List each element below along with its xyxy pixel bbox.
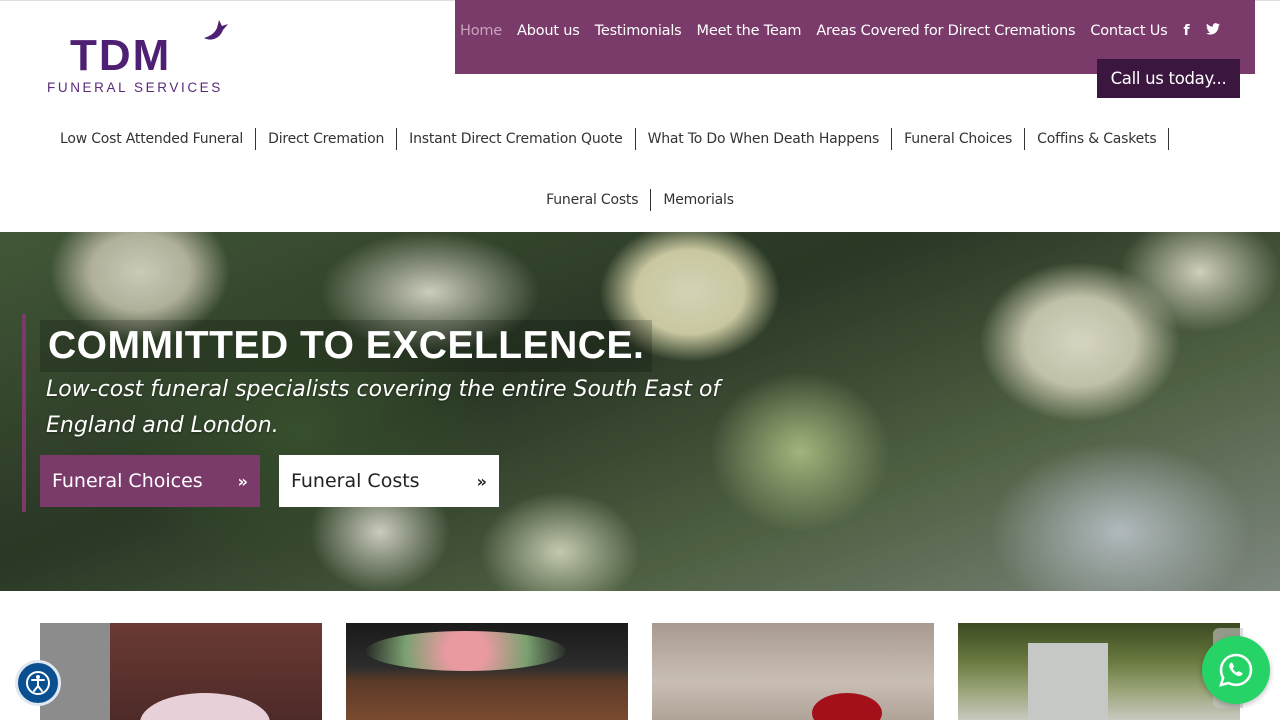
- hero-accent-bar: [22, 314, 26, 512]
- nav-what-to-do[interactable]: What To Do When Death Happens: [636, 128, 893, 150]
- logo-mark: TDM: [70, 31, 172, 80]
- nav-meet-the-team[interactable]: Meet the Team: [697, 23, 802, 39]
- nav-testimonials[interactable]: Testimonials: [595, 23, 682, 39]
- funeral-choices-button[interactable]: Funeral Choices »: [40, 455, 260, 507]
- call-us-button[interactable]: Call us today...: [1097, 59, 1240, 98]
- facebook-icon[interactable]: f: [1180, 23, 1194, 39]
- hero-subtitle: Low-cost funeral specialists covering th…: [46, 377, 721, 438]
- whatsapp-icon[interactable]: [1202, 636, 1270, 704]
- card-coffin-flowers-image[interactable]: [346, 623, 628, 720]
- main-navigation-row-2: Funeral Costs Memorials: [0, 189, 1280, 211]
- twitter-icon[interactable]: [1205, 23, 1220, 39]
- nav-instant-quote[interactable]: Instant Direct Cremation Quote: [397, 128, 636, 150]
- nav-about-us[interactable]: About us: [517, 23, 580, 39]
- funeral-costs-label: Funeral Costs: [291, 470, 420, 492]
- double-chevron-right-icon: »: [237, 471, 248, 491]
- nav-home[interactable]: Home: [460, 23, 502, 39]
- dove-icon: [204, 20, 228, 40]
- nav-low-cost-attended-funeral[interactable]: Low Cost Attended Funeral: [48, 128, 257, 150]
- hero-title: COMMITTED TO EXCELLENCE.: [40, 320, 653, 372]
- nav-areas-covered[interactable]: Areas Covered for Direct Cremations: [816, 23, 1075, 39]
- card-flower-wreath-image[interactable]: [40, 623, 322, 720]
- nav-contact-us[interactable]: Contact Us: [1090, 23, 1167, 39]
- accessibility-icon[interactable]: [15, 660, 61, 706]
- funeral-costs-button[interactable]: Funeral Costs »: [279, 455, 499, 507]
- nav-funeral-choices[interactable]: Funeral Choices: [892, 128, 1026, 150]
- nav-funeral-costs[interactable]: Funeral Costs: [534, 189, 652, 211]
- social-links: f: [1180, 23, 1232, 39]
- hero-banner: COMMITTED TO EXCELLENCE. Low-cost funera…: [0, 232, 1280, 591]
- logo-subtitle: FUNERAL SERVICES: [47, 80, 223, 95]
- funeral-choices-label: Funeral Choices: [52, 470, 203, 492]
- card-woodland-image[interactable]: [958, 623, 1240, 720]
- nav-direct-cremation[interactable]: Direct Cremation: [256, 128, 398, 150]
- nav-coffins-caskets[interactable]: Coffins & Caskets: [1025, 128, 1170, 150]
- feature-cards: [40, 623, 1240, 720]
- double-chevron-right-icon: »: [476, 471, 487, 491]
- main-navigation-row-1: Low Cost Attended Funeral Direct Cremati…: [48, 128, 1170, 150]
- site-logo[interactable]: TDM FUNERAL SERVICES: [46, 14, 236, 98]
- card-red-rose-image[interactable]: [652, 623, 934, 720]
- nav-memorials[interactable]: Memorials: [651, 189, 746, 211]
